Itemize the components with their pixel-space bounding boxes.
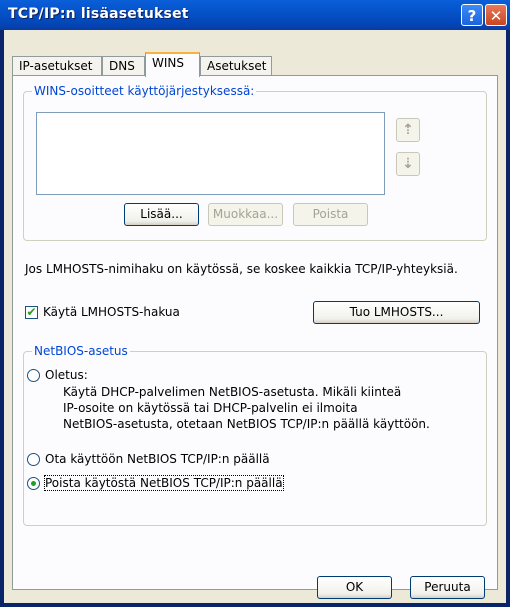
lmhosts-info-text: Jos LMHOSTS-nimihaku on käytössä, se kos… — [25, 262, 458, 276]
radio-default[interactable] — [27, 369, 40, 382]
radio-default-label[interactable]: Oletus: — [45, 368, 88, 382]
wins-addresses-legend: WINS-osoitteet käyttöjärjestyksessä: — [32, 84, 257, 98]
wins-addresses-group: WINS-osoitteet käyttöjärjestyksessä: ⇡ ⇣… — [23, 84, 487, 241]
arrow-down-icon: ⇣ — [402, 156, 414, 172]
radio-disable-netbios[interactable] — [27, 477, 40, 490]
tab-ip-settings[interactable]: IP-asetukset — [12, 56, 102, 76]
radio-enable-netbios[interactable] — [27, 453, 40, 466]
netbios-legend: NetBIOS-asetus — [32, 344, 130, 358]
cancel-button[interactable]: Peruuta — [410, 576, 485, 599]
lmhosts-checkbox-label[interactable]: Käytä LMHOSTS-hakua — [43, 305, 180, 319]
remove-button[interactable]: Poista — [293, 203, 368, 226]
radio-selected-dot — [31, 481, 36, 486]
wins-tab-panel: WINS-osoitteet käyttöjärjestyksessä: ⇡ ⇣… — [12, 75, 498, 590]
checkmark-icon: ✔ — [26, 305, 37, 319]
edit-button[interactable]: Muokkaa... — [208, 203, 283, 226]
add-button[interactable]: Lisää... — [124, 203, 199, 226]
default-description-line-1: Käytä DHCP-palvelimen NetBIOS-asetusta. … — [63, 385, 402, 399]
move-up-button[interactable]: ⇡ — [396, 118, 420, 142]
radio-disable-netbios-label[interactable]: Poista käytöstä NetBIOS TCP/IP:n päällä — [44, 475, 284, 491]
default-description-line-2: IP-osoite on käytössä tai DHCP-palvelin … — [63, 401, 358, 415]
tab-dns[interactable]: DNS — [102, 56, 145, 76]
arrow-up-icon: ⇡ — [402, 122, 414, 138]
ok-button[interactable]: OK — [317, 576, 392, 599]
tab-wins[interactable]: WINS — [145, 52, 200, 77]
dialog-window: TCP/IP:n lisäasetukset ? ✕ IP-asetukset … — [0, 0, 510, 607]
window-title: TCP/IP:n lisäasetukset — [8, 6, 189, 22]
import-lmhosts-button[interactable]: Tuo LMHOSTS... — [313, 301, 480, 324]
tab-settings[interactable]: Asetukset — [200, 56, 272, 76]
move-down-button[interactable]: ⇣ — [396, 152, 420, 176]
default-description-line-3: NetBIOS-asetusta, otetaan NetBIOS TCP/IP… — [63, 417, 430, 431]
close-button[interactable]: ✕ — [485, 4, 507, 26]
radio-enable-netbios-label[interactable]: Ota käyttöön NetBIOS TCP/IP:n päällä — [45, 452, 270, 466]
lmhosts-checkbox[interactable]: ✔ — [25, 306, 38, 319]
netbios-group: NetBIOS-asetus Oletus: Käytä DHCP-palvel… — [23, 344, 487, 526]
help-button[interactable]: ? — [461, 4, 483, 26]
dialog-client-area: IP-asetukset DNS WINS Asetukset WINS-oso… — [4, 30, 506, 603]
wins-address-list[interactable] — [36, 112, 385, 195]
title-bar[interactable]: TCP/IP:n lisäasetukset ? ✕ — [0, 0, 510, 30]
